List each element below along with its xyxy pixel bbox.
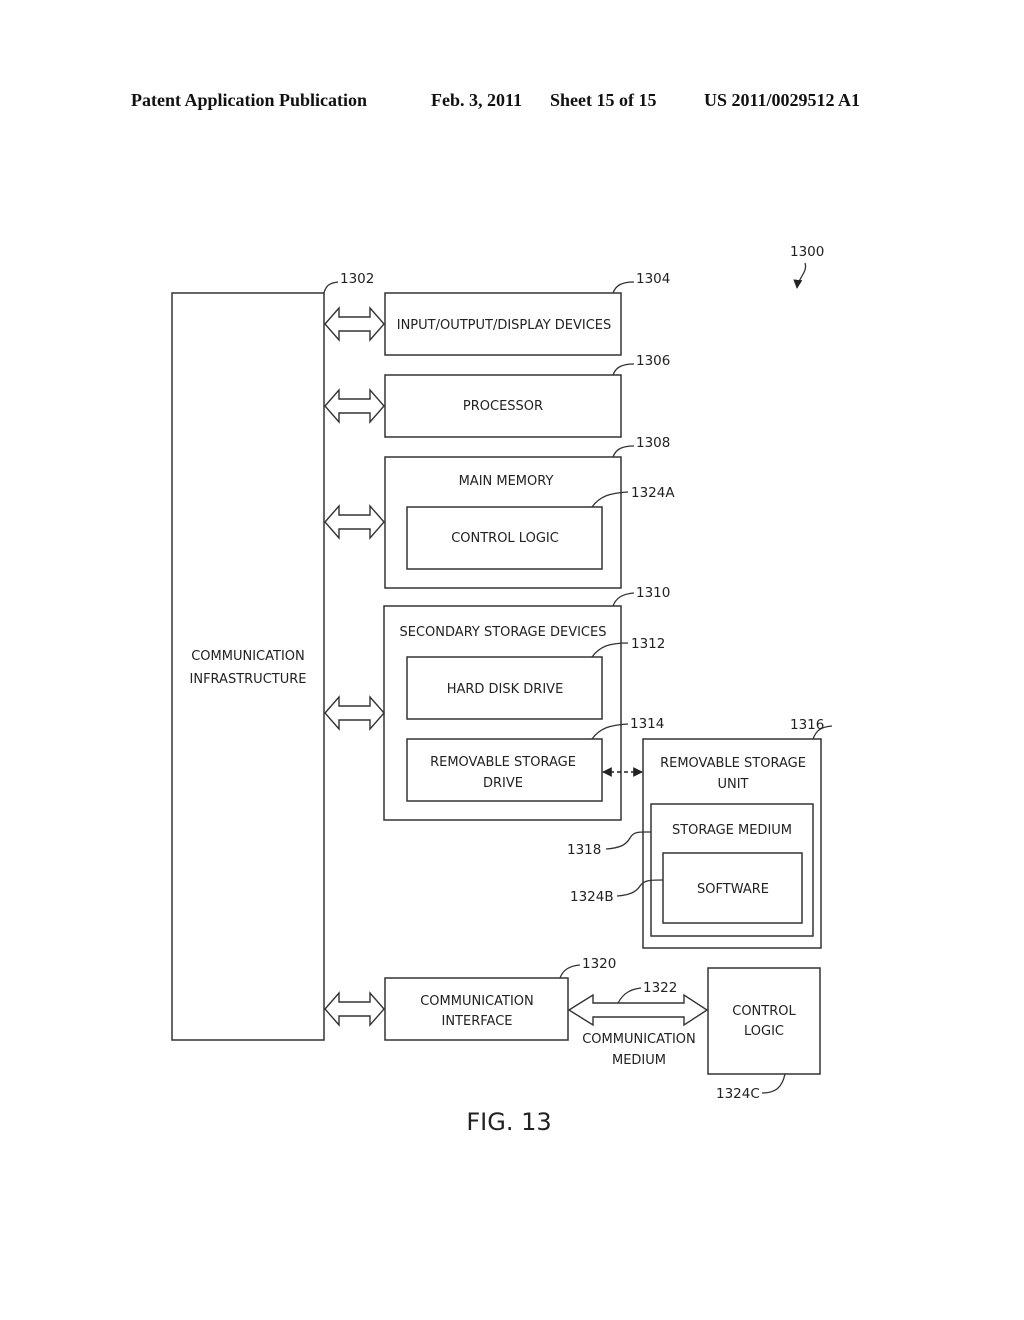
main-memory-block: MAIN MEMORY CONTROL LOGIC — [384, 456, 622, 589]
ref-1304-leader — [612, 281, 635, 294]
comm-medium-line2: MEDIUM — [612, 1053, 666, 1068]
io-devices-block: INPUT/OUTPUT/DISPLAY DEVICES — [384, 292, 622, 356]
processor-block: PROCESSOR — [384, 374, 622, 438]
ref-1320: 1320 — [582, 956, 616, 972]
ref-1304: 1304 — [636, 271, 670, 287]
removable-storage-unit-block: REMOVABLE STORAGE UNIT STORAGE MEDIUM SO… — [642, 738, 822, 949]
hard-disk-drive-label: HARD DISK DRIVE — [447, 682, 564, 697]
comm-medium-line1: COMMUNICATION — [582, 1032, 696, 1047]
ref-1320-leader — [559, 964, 581, 979]
storage-medium-label: STORAGE MEDIUM — [672, 823, 792, 838]
ref-1322-leader — [617, 987, 642, 1004]
communication-interface-block: COMMUNICATION INTERFACE — [384, 977, 569, 1041]
ref-1306: 1306 — [636, 353, 670, 369]
ref-1302: 1302 — [340, 271, 374, 287]
ref-1306-leader — [612, 363, 635, 376]
ref-1324c: 1324C — [716, 1086, 760, 1102]
rsd-line2: DRIVE — [483, 776, 523, 791]
removable-storage-drive-block — [406, 738, 603, 802]
secondary-storage-label: SECONDARY STORAGE DEVICES — [400, 625, 607, 640]
communication-medium-arrow — [567, 993, 709, 1027]
ref-1300: 1300 — [790, 244, 824, 260]
rsd-line1: REMOVABLE STORAGE — [430, 755, 576, 770]
comm-infra-line1: COMMUNICATION — [191, 649, 305, 664]
ref-1324b: 1324B — [570, 889, 614, 905]
communication-infrastructure-block: COMMUNICATION INFRASTRUCTURE — [171, 292, 325, 1041]
ref-1300-leader — [793, 262, 807, 289]
bus-double-arrow-io — [324, 306, 385, 342]
ref-1322: 1322 — [643, 980, 677, 996]
ref-1302-leader — [323, 281, 339, 294]
rsu-line1: REMOVABLE STORAGE — [660, 756, 806, 771]
ref-1318: 1318 — [567, 842, 601, 858]
comm-interface-line1: COMMUNICATION — [420, 994, 534, 1009]
control-logic-a-label: CONTROL LOGIC — [451, 531, 559, 546]
secondary-storage-block: SECONDARY STORAGE DEVICES HARD DISK DRIV… — [383, 605, 622, 821]
ref-1324c-leader — [761, 1073, 786, 1094]
processor-label: PROCESSOR — [463, 399, 543, 414]
control-logic-c-line1: CONTROL — [732, 1004, 796, 1019]
rsu-line2: UNIT — [717, 777, 748, 792]
ref-1316: 1316 — [790, 717, 824, 733]
ref-1308: 1308 — [636, 435, 670, 451]
bus-double-arrow-main-memory — [324, 504, 385, 540]
main-memory-label: MAIN MEMORY — [459, 474, 554, 489]
control-logic-c-block: CONTROL LOGIC — [707, 967, 821, 1075]
ref-1324a: 1324A — [631, 485, 675, 501]
io-devices-label: INPUT/OUTPUT/DISPLAY DEVICES — [397, 318, 612, 333]
ref-1308-leader — [612, 445, 635, 458]
control-logic-c-line2: LOGIC — [744, 1024, 784, 1039]
comm-interface-line2: INTERFACE — [442, 1014, 513, 1029]
bus-double-arrow-processor — [324, 388, 385, 424]
block-diagram: 1300 COMMUNICATION INFRASTRUCTURE 1302 I… — [171, 244, 833, 1136]
comm-infra-line2: INFRASTRUCTURE — [190, 672, 307, 687]
figure-caption: FIG. 13 — [466, 1108, 551, 1136]
bus-double-arrow-communication-interface — [324, 991, 385, 1027]
software-label: SOFTWARE — [697, 882, 769, 897]
ref-1310-leader — [612, 592, 635, 607]
ref-1314: 1314 — [630, 716, 664, 732]
ref-1312: 1312 — [631, 636, 665, 652]
ref-1310: 1310 — [636, 585, 670, 601]
bus-double-arrow-secondary-storage — [324, 695, 385, 731]
